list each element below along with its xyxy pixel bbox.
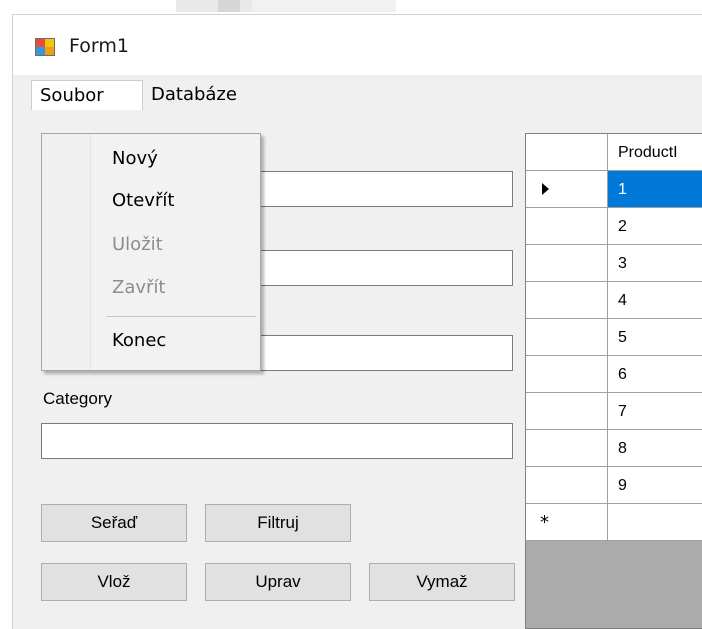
window-title: Form1 [69, 35, 129, 57]
row-header[interactable] [526, 171, 608, 208]
row-header[interactable] [526, 245, 608, 282]
sort-button[interactable]: Seřaď [41, 504, 187, 542]
row-header[interactable]: * [526, 504, 608, 541]
category-field[interactable] [41, 423, 513, 459]
grid-header-row: ProductI [526, 134, 702, 171]
table-cell[interactable]: 4 [608, 282, 702, 319]
edit-button[interactable]: Uprav [205, 563, 351, 601]
soubor-dropdown-menu: Nový Otevřít Uložit Zavřít Konec [41, 133, 261, 371]
delete-button[interactable]: Vymaž [369, 563, 515, 601]
menu-item-otevrit[interactable]: Otevřít [112, 190, 174, 211]
desktop-strip [0, 0, 702, 14]
table-cell[interactable] [608, 504, 702, 541]
table-row[interactable]: 5 [526, 319, 702, 356]
form-window: Form1 Soubor Databáze Category Seřaď Fil… [12, 14, 702, 629]
row-header-corner[interactable] [526, 134, 608, 171]
table-row[interactable]: 4 [526, 282, 702, 319]
table-cell[interactable]: 1 [608, 171, 702, 208]
new-row-asterisk-icon: * [540, 512, 549, 533]
table-row[interactable]: 6 [526, 356, 702, 393]
row-header[interactable] [526, 208, 608, 245]
table-cell[interactable]: 9 [608, 467, 702, 504]
table-row[interactable]: 8 [526, 430, 702, 467]
taskbar-segment [218, 0, 240, 12]
table-row[interactable]: 1 [526, 171, 702, 208]
category-label: Category [43, 389, 112, 408]
menu-soubor[interactable]: Soubor [31, 80, 143, 110]
menu-item-konec[interactable]: Konec [112, 330, 166, 351]
table-row[interactable]: 2 [526, 208, 702, 245]
menu-icon-gutter [42, 134, 91, 370]
row-header[interactable] [526, 356, 608, 393]
menu-separator [106, 316, 256, 317]
filter-button[interactable]: Filtruj [205, 504, 351, 542]
form-app-icon [35, 38, 55, 56]
new-row[interactable]: * [526, 504, 702, 541]
taskbar-segment [252, 0, 396, 12]
table-cell[interactable]: 8 [608, 430, 702, 467]
table-cell[interactable]: 2 [608, 208, 702, 245]
menu-databaze[interactable]: Databáze [143, 80, 245, 110]
row-header[interactable] [526, 319, 608, 356]
products-grid[interactable]: ProductI 1 2 3 4 5 6 7 8 9 * [525, 133, 702, 629]
column-header-productid[interactable]: ProductI [608, 134, 702, 171]
menu-item-ulozit: Uložit [112, 234, 163, 255]
menu-bar: Soubor Databáze [13, 75, 702, 115]
table-row[interactable]: 7 [526, 393, 702, 430]
row-header[interactable] [526, 430, 608, 467]
table-cell[interactable]: 6 [608, 356, 702, 393]
row-header[interactable] [526, 467, 608, 504]
menu-item-novy[interactable]: Nový [112, 148, 158, 169]
table-row[interactable]: 9 [526, 467, 702, 504]
row-header[interactable] [526, 393, 608, 430]
taskbar-segment [176, 0, 252, 12]
table-cell[interactable]: 7 [608, 393, 702, 430]
table-cell[interactable]: 3 [608, 245, 702, 282]
current-row-arrow-icon [542, 183, 549, 195]
menu-item-zavrit: Zavřít [112, 277, 166, 298]
table-cell[interactable]: 5 [608, 319, 702, 356]
insert-button[interactable]: Vlož [41, 563, 187, 601]
title-bar: Form1 [13, 15, 702, 75]
table-row[interactable]: 3 [526, 245, 702, 282]
row-header[interactable] [526, 282, 608, 319]
